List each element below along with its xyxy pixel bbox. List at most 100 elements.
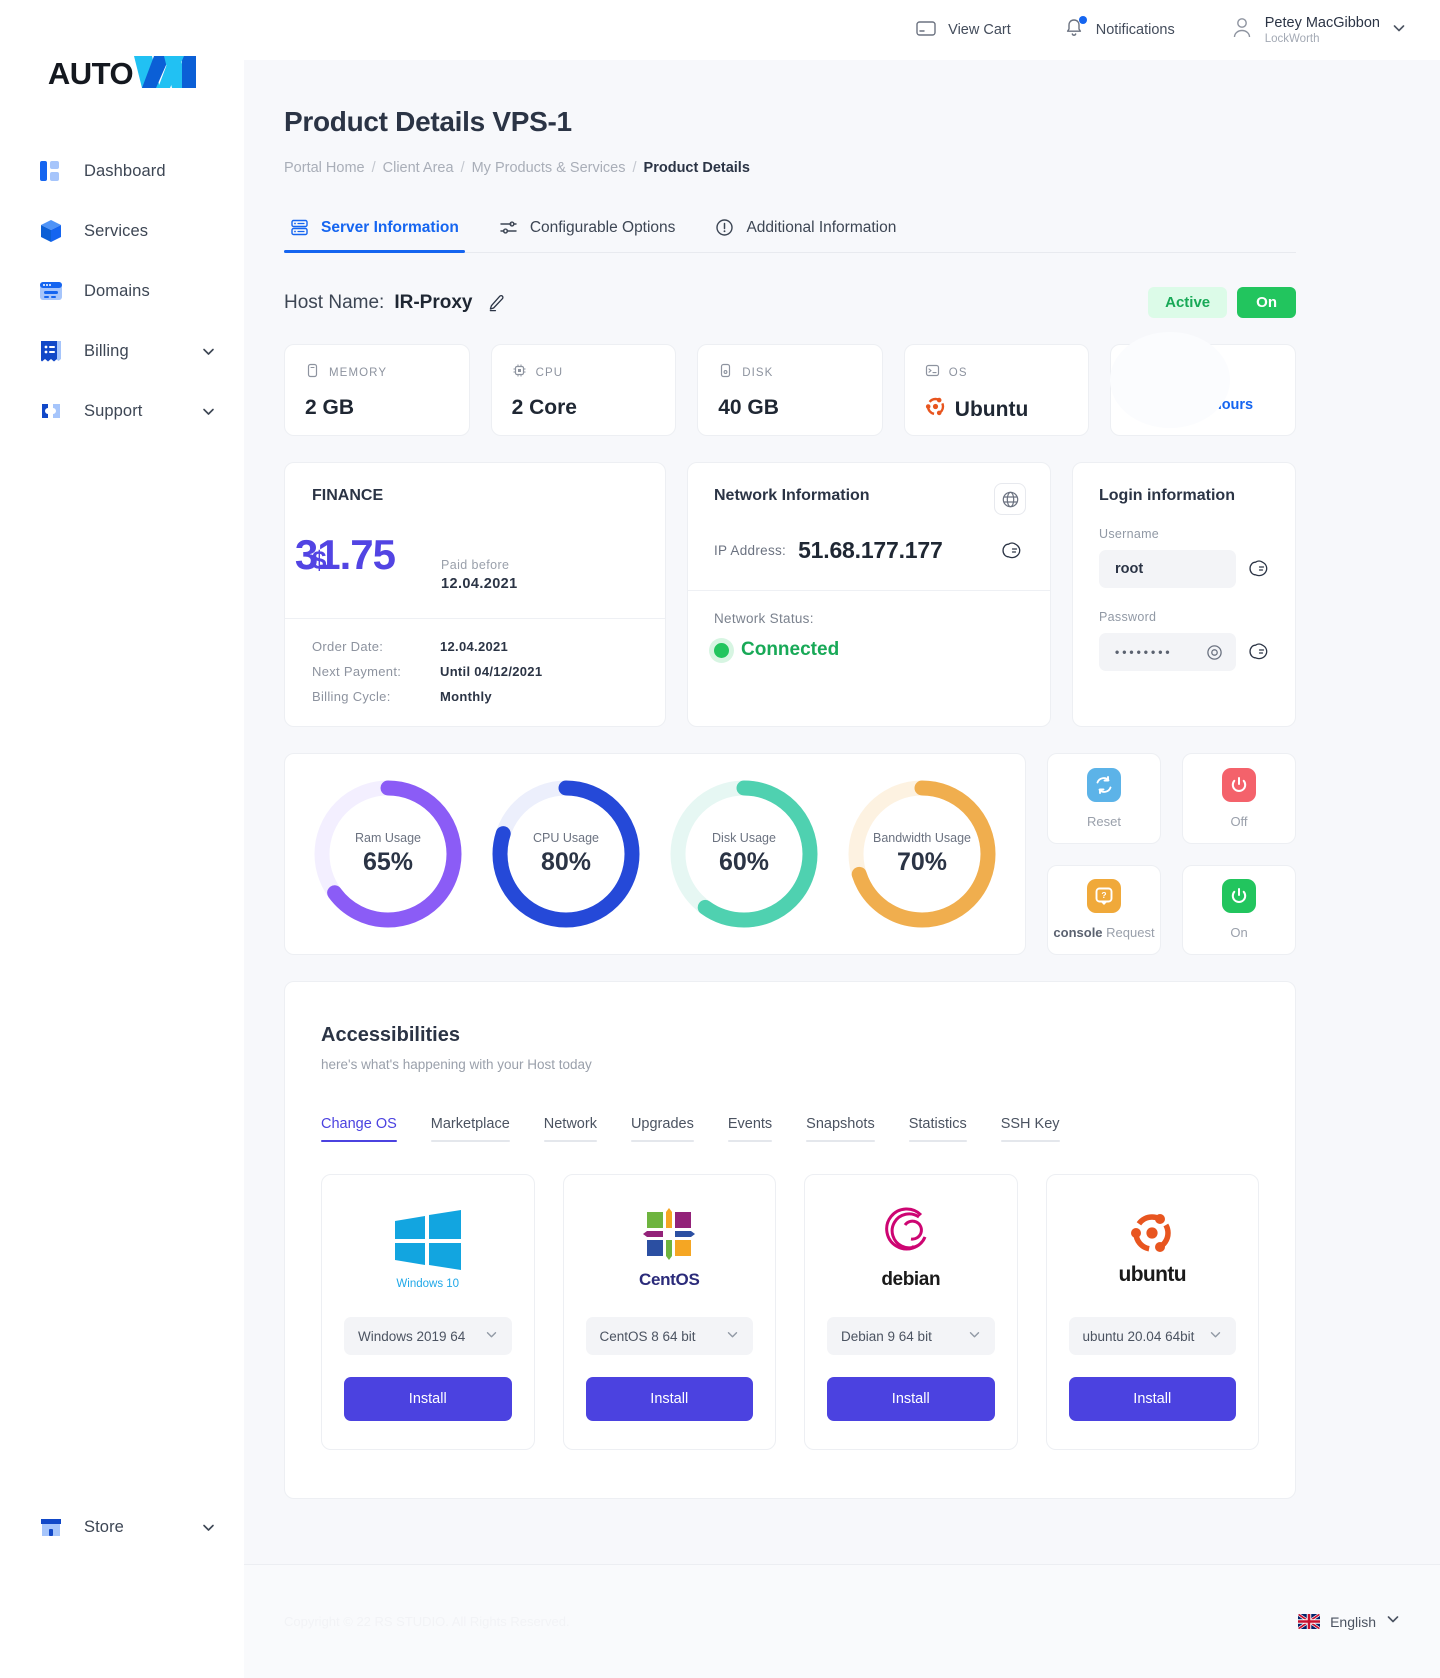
bell-icon bbox=[1063, 15, 1087, 44]
chevron-down-icon bbox=[726, 1328, 739, 1344]
globe-icon[interactable] bbox=[994, 483, 1026, 515]
info-circle-icon bbox=[715, 218, 734, 237]
finance-card: FINANCE $ 31.75 Paid before 12.04.2021 O… bbox=[284, 462, 666, 727]
info-cards-row: FINANCE $ 31.75 Paid before 12.04.2021 O… bbox=[284, 462, 1296, 727]
chevron-down-icon[interactable] bbox=[202, 1521, 214, 1533]
user-menu[interactable]: Petey MacGibbon LockWorth bbox=[1231, 14, 1406, 47]
terminal-icon bbox=[925, 363, 940, 383]
copy-icon[interactable] bbox=[1249, 641, 1271, 663]
chevron-down-icon[interactable] bbox=[1392, 21, 1406, 40]
tab-additional-information[interactable]: Additional Information bbox=[709, 218, 930, 252]
breadcrumb-item-my-products[interactable]: My Products & Services bbox=[472, 160, 626, 176]
tab-snapshots[interactable]: Snapshots bbox=[806, 1116, 893, 1142]
language-selector[interactable]: English bbox=[1298, 1612, 1400, 1631]
sidebar-item-label: Domains bbox=[84, 281, 150, 300]
network-title: Network Information bbox=[714, 487, 870, 504]
page-content: Product Details VPS-1 Portal Home / Clie… bbox=[244, 60, 1440, 1564]
breadcrumb-separator: / bbox=[632, 160, 637, 176]
copy-icon[interactable] bbox=[1002, 540, 1024, 562]
brand-logo-auto: AUTO bbox=[47, 56, 134, 91]
tab-label: Additional Information bbox=[746, 218, 897, 236]
sidebar-item-label: Support bbox=[84, 401, 143, 420]
os-version-select[interactable]: Windows 2019 64 bbox=[344, 1317, 512, 1355]
install-button[interactable]: Install bbox=[827, 1377, 995, 1421]
gauge-value: 70% bbox=[896, 848, 948, 876]
eye-icon[interactable] bbox=[1205, 643, 1224, 662]
browser-icon bbox=[36, 276, 66, 306]
order-date-label: Order Date: bbox=[312, 639, 384, 654]
usage-gauges-card: Ram Usage 65% CPU Usage 80% Disk Usage 6… bbox=[284, 753, 1026, 955]
spec-header: OS bbox=[925, 363, 1069, 383]
chevron-down-icon[interactable] bbox=[202, 345, 214, 357]
sidebar-item-store[interactable]: Store bbox=[0, 1508, 244, 1546]
tab-marketplace[interactable]: Marketplace bbox=[430, 1116, 528, 1142]
tab-ssh-key[interactable]: SSH Key bbox=[1000, 1116, 1078, 1142]
chevron-down-icon bbox=[485, 1328, 498, 1344]
os-version-select[interactable]: ubuntu 20.04 64bit bbox=[1068, 1317, 1236, 1355]
pencil-icon[interactable] bbox=[486, 293, 506, 313]
spec-card-memory: MEMORY 2 GB bbox=[284, 344, 470, 436]
console-request-button[interactable]: ? console Request bbox=[1047, 864, 1161, 955]
copy-icon[interactable] bbox=[1249, 558, 1271, 580]
spec-card-disk: DISK 40 GB bbox=[697, 344, 883, 436]
install-button[interactable]: Install bbox=[585, 1377, 753, 1421]
paid-before-value: 12.04.2021 bbox=[441, 576, 518, 592]
install-button[interactable]: Install bbox=[1068, 1377, 1236, 1421]
tab-statistics[interactable]: Statistics bbox=[908, 1116, 985, 1142]
breadcrumb-item-client-area[interactable]: Client Area bbox=[383, 160, 454, 176]
sidebar-item-dashboard[interactable]: Dashboard bbox=[0, 152, 244, 190]
os-logo-name: debian bbox=[881, 1269, 941, 1290]
reset-button[interactable]: Reset bbox=[1047, 753, 1161, 844]
username-field[interactable]: root bbox=[1099, 550, 1236, 588]
off-button[interactable]: Off bbox=[1182, 753, 1296, 844]
spec-card-cpu: CPU 2 Core bbox=[490, 344, 677, 436]
os-name: Ubuntu bbox=[954, 397, 1029, 421]
breadcrumb-item-portal-home[interactable]: Portal Home bbox=[284, 160, 365, 176]
user-name: Petey MacGibbon bbox=[1264, 14, 1380, 31]
power-actions: Reset Off ? console Request On bbox=[1047, 753, 1296, 955]
tab-upgrades[interactable]: Upgrades bbox=[630, 1116, 712, 1142]
on-button[interactable]: On bbox=[1182, 864, 1296, 955]
sidebar-item-domains[interactable]: Domains bbox=[0, 272, 244, 310]
spec-value: 2 Core bbox=[511, 396, 577, 419]
gauge-text: Bandwidth Usage 70% bbox=[873, 831, 971, 877]
os-version-select[interactable]: CentOS 8 64 bit bbox=[585, 1317, 753, 1355]
gauge-value: 80% bbox=[540, 848, 592, 876]
tab-events[interactable]: Events bbox=[727, 1116, 790, 1142]
password-field[interactable]: •••••••• bbox=[1099, 633, 1236, 671]
tab-configurable-options[interactable]: Configurable Options bbox=[493, 218, 710, 252]
chevron-down-icon bbox=[1209, 1328, 1222, 1344]
tab-change-os[interactable]: Change OS bbox=[321, 1116, 415, 1142]
os-cards-grid: Windows 10 Windows 2019 64 Install CentO… bbox=[321, 1174, 1259, 1450]
spec-card-os: OS Ubuntu bbox=[903, 344, 1090, 436]
finance-top: FINANCE $ 31.75 Paid before 12.04.2021 bbox=[285, 463, 665, 618]
os-version-select[interactable]: Debian 9 64 bit bbox=[827, 1317, 995, 1355]
sidebar-item-label: Billing bbox=[84, 341, 129, 360]
disk-icon bbox=[718, 363, 733, 383]
power-toggle-badge[interactable]: On bbox=[1237, 287, 1296, 318]
sidebar-item-billing[interactable]: Billing bbox=[0, 332, 244, 370]
power-icon bbox=[1222, 767, 1256, 802]
install-button[interactable]: Install bbox=[344, 1377, 512, 1421]
sidebar-item-services[interactable]: Services bbox=[0, 212, 244, 250]
sidebar-item-support[interactable]: Support bbox=[0, 392, 244, 430]
footer: Copyright © 22 RS STUDIO. All Rights Res… bbox=[244, 1564, 1440, 1678]
chevron-down-icon[interactable] bbox=[1386, 1612, 1400, 1631]
off-label: Off bbox=[1230, 813, 1248, 829]
username-row: root bbox=[1099, 550, 1271, 588]
network-top: Network Information IP Address: 51.68.17… bbox=[688, 463, 1050, 590]
ubuntu-logo-icon: ubuntu bbox=[1118, 1201, 1187, 1297]
gauge-label: Bandwidth Usage bbox=[873, 831, 971, 845]
tab-server-information[interactable]: Server Information bbox=[284, 218, 493, 253]
password-value: •••••••• bbox=[1115, 645, 1173, 659]
chevron-down-icon[interactable] bbox=[202, 405, 214, 417]
brand-logo[interactable]: AUTO bbox=[0, 52, 244, 96]
decorative-blob bbox=[1110, 332, 1230, 428]
windows-logo-icon: Windows 10 bbox=[391, 1201, 465, 1297]
cpu-icon bbox=[512, 363, 527, 383]
tab-network[interactable]: Network bbox=[543, 1116, 615, 1142]
uk-flag-icon bbox=[1298, 1614, 1321, 1629]
paid-before-label: Paid before bbox=[441, 558, 510, 572]
notifications-button[interactable]: Notifications bbox=[1063, 15, 1175, 44]
view-cart-button[interactable]: View Cart bbox=[915, 17, 1011, 44]
